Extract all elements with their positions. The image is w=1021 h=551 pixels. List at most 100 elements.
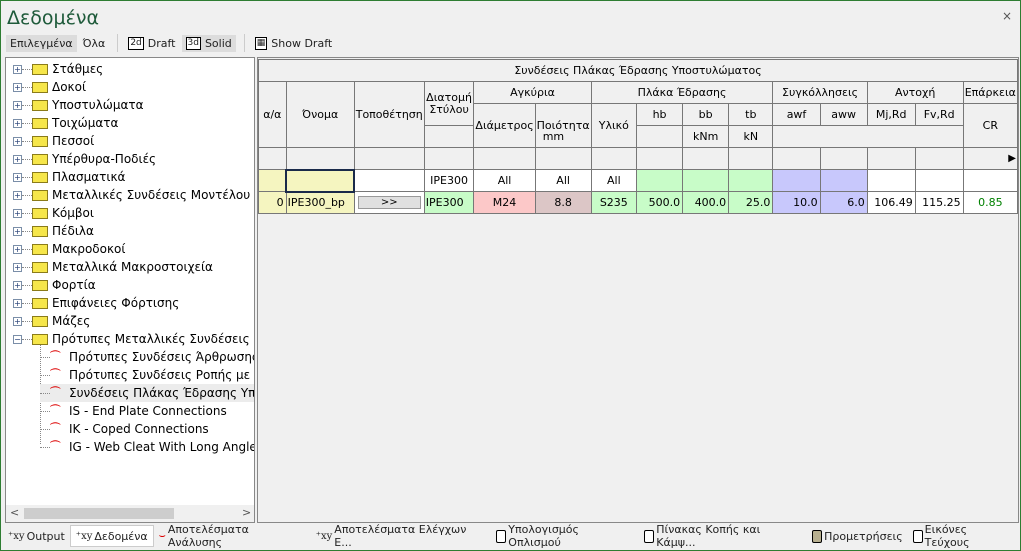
tree-child-item[interactable]: ⏜ IS - End Plate Connections (40, 402, 227, 420)
blank-cell (353, 147, 425, 170)
expand-icon[interactable]: + (13, 316, 22, 326)
expand-icon[interactable]: + (13, 298, 22, 308)
cell-bb[interactable]: 400.0 (682, 191, 730, 214)
table-icon: ▦ (254, 36, 268, 50)
tree-line (22, 284, 32, 286)
expand-icon[interactable]: + (13, 64, 22, 74)
header-placement: Τοποθέτηση (353, 81, 425, 148)
expand-icon[interactable]: + (13, 226, 22, 236)
filter-awf[interactable] (772, 169, 821, 192)
cell-awf[interactable]: 10.0 (772, 191, 821, 214)
tab-2[interactable]: ⌣ Αποτελέσματα Ανάλυσης (154, 523, 311, 549)
filter-aww[interactable] (819, 169, 868, 192)
table-row: 0 IPE300_bp >> IPE300 M24 8.8 S235 500.0… (258, 191, 1019, 214)
filter-bb[interactable] (682, 169, 730, 192)
cell-diameter[interactable]: M24 (473, 191, 536, 214)
expand-icon[interactable]: + (13, 208, 22, 218)
filter-cr[interactable] (962, 169, 1019, 192)
filter-fv[interactable] (914, 169, 964, 192)
xy-icon: ⁺xy (75, 530, 93, 542)
filter-quality[interactable]: All (534, 169, 592, 192)
tab-5[interactable]: Πίνακας Κοπής και Κάμψ... (639, 523, 807, 549)
3d-icon: 3d (185, 36, 201, 50)
tree-child-item[interactable]: ⏜ Πρότυπες Συνδέσεις Ροπής με Μετ (40, 366, 254, 384)
tree-item[interactable]: + Υπέρθυρα-Ποδιές (6, 150, 156, 168)
tree-line (22, 104, 32, 106)
collapse-icon[interactable]: − (13, 334, 22, 344)
tab-7[interactable]: Εικόνες Τεύχους (908, 523, 1020, 549)
scroll-left-icon[interactable]: < (10, 506, 19, 519)
tree-item-label: Πρότυπες Συνδέσεις Άρθρωσης με (69, 350, 255, 364)
filter-diameter[interactable]: All (473, 169, 536, 192)
scroll-thumb[interactable] (24, 508, 174, 519)
tree-item[interactable]: + Μακροδοκοί (6, 240, 125, 258)
filter-hb[interactable] (636, 169, 684, 192)
tree-view[interactable]: < > + Στάθμες + Δοκοί + Υποστυλώματα + Τοιχώματα… (5, 57, 255, 523)
selected-button[interactable]: Επιλεγμένα (6, 34, 77, 52)
tab-0[interactable]: ⁺xy Output (3, 525, 70, 547)
close-button[interactable]: × (1002, 9, 1012, 23)
tree-item[interactable]: − Πρότυπες Μεταλλικές Συνδέσεις (6, 330, 250, 348)
tree-item[interactable]: + Πεσσοί (6, 132, 94, 150)
tree-item[interactable]: + Φορτία (6, 276, 96, 294)
tree-item[interactable]: + Στάθμες (6, 60, 103, 78)
tree-item[interactable]: + Τοιχώματα (6, 114, 118, 132)
cell-quality[interactable]: 8.8 (534, 191, 592, 214)
tab-4[interactable]: Υπολογισμός Οπλισμού (491, 523, 639, 549)
tree-item[interactable]: + Πλασματικά (6, 168, 125, 186)
cell-aa[interactable]: 0 (258, 191, 287, 214)
cell-aww[interactable]: 6.0 (819, 191, 868, 214)
filter-tb[interactable] (728, 169, 774, 192)
expand-icon[interactable]: + (13, 280, 22, 290)
tree-item[interactable]: + Μάζες (6, 312, 90, 330)
expand-icon[interactable]: + (13, 118, 22, 128)
cell-tb[interactable]: 25.0 (728, 191, 774, 214)
all-button[interactable]: Όλα (79, 35, 110, 52)
tree-item[interactable]: + Μεταλλικά Μακροστοιχεία (6, 258, 213, 276)
filter-aa[interactable] (258, 169, 287, 192)
scroll-right-icon[interactable]: > (242, 506, 251, 519)
tree-item-label: IK - Coped Connections (69, 422, 209, 436)
horizontal-scrollbar[interactable]: < > (6, 505, 254, 522)
cell-material[interactable]: S235 (590, 191, 638, 214)
tree-child-item[interactable]: ⏜ Συνδέσεις Πλάκας Έδρασης Υποστ (40, 384, 254, 402)
filter-section[interactable]: IPE300 (423, 169, 475, 192)
cell-section[interactable]: IPE300 (423, 191, 475, 214)
arrow-right-icon[interactable]: ▶ (962, 147, 1019, 170)
draft-button[interactable]: 2d Draft (124, 35, 179, 52)
solid-label: Solid (204, 36, 232, 50)
tree-item[interactable]: + Υποστυλώματα (6, 96, 144, 114)
tree-item[interactable]: + Μεταλλικές Συνδέσεις Μοντέλου (6, 186, 250, 204)
expand-icon[interactable]: + (13, 190, 22, 200)
filter-placement[interactable] (353, 169, 425, 192)
expand-icon[interactable]: + (13, 82, 22, 92)
solid-button[interactable]: 3d Solid (181, 34, 236, 52)
expand-icon[interactable]: + (13, 172, 22, 182)
cell-hb[interactable]: 500.0 (636, 191, 684, 214)
expand-icon[interactable]: + (13, 154, 22, 164)
tree-line (22, 338, 32, 340)
show-draft-button[interactable]: ▦ Show Draft (251, 35, 336, 52)
tree-child-item[interactable]: ⏜ IG - Web Cleat With Long Angles Co (40, 438, 254, 456)
tree-item[interactable]: + Πέδιλα (6, 222, 94, 240)
tree-item-label: Κόμβοι (52, 206, 94, 220)
blank-cell (819, 147, 868, 170)
unit-knm: kNm (682, 125, 730, 148)
tree-item[interactable]: + Δοκοί (6, 78, 86, 96)
tree-item[interactable]: + Επιφάνειες Φόρτισης (6, 294, 179, 312)
placement-button[interactable]: >> (357, 196, 421, 209)
filter-name[interactable] (285, 168, 356, 193)
tree-item[interactable]: + Κόμβοι (6, 204, 94, 222)
expand-icon[interactable]: + (13, 262, 22, 272)
expand-icon[interactable]: + (13, 244, 22, 254)
tree-child-item[interactable]: ⏜ Πρότυπες Συνδέσεις Άρθρωσης με (40, 348, 255, 366)
tab-3[interactable]: ⁺xy Αποτελέσματα Ελέγχων Ε... (311, 523, 492, 549)
filter-material[interactable]: All (590, 169, 638, 192)
expand-icon[interactable]: + (13, 136, 22, 146)
tab-1[interactable]: ⁺xy Δεδομένα (69, 525, 154, 547)
expand-icon[interactable]: + (13, 100, 22, 110)
cell-name[interactable]: IPE300_bp (285, 191, 355, 214)
tab-6[interactable]: Προμετρήσεις (807, 525, 908, 547)
filter-mj[interactable] (866, 169, 916, 192)
tree-child-item[interactable]: ⏜ IK - Coped Connections (40, 420, 209, 438)
